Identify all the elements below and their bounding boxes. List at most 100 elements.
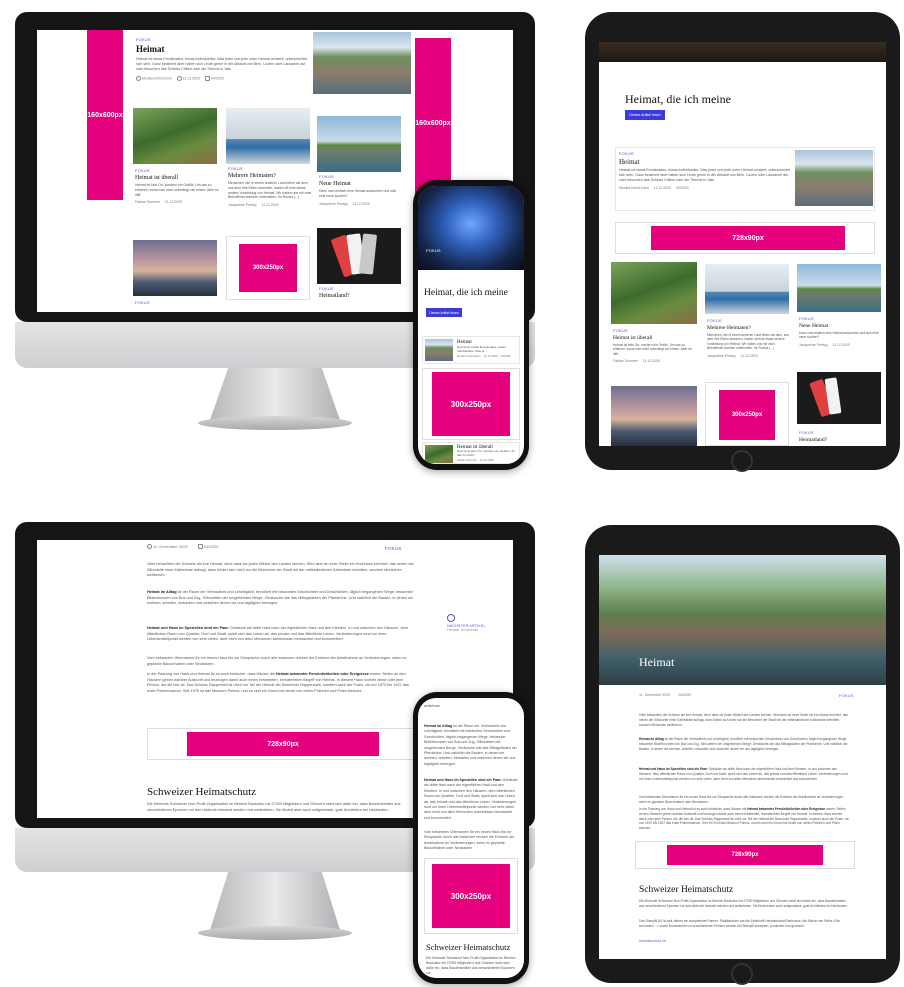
card-5-image[interactable] bbox=[317, 228, 401, 284]
tablet-article-paragraph-2-lead: Heimat und Haus im Speziellen sind ein P… bbox=[639, 767, 708, 771]
tablet-card-3[interactable]: FOKUS Neue Heimat Kann man einfach eine … bbox=[799, 316, 881, 347]
tablet-article-paragraph-3: Vom bekannten Übernamen für ein neues Ha… bbox=[639, 795, 845, 804]
tablet-card-1-meta: Fabian Sommer 11.12.2020 bbox=[613, 359, 697, 363]
tablet-bottom-home-button[interactable] bbox=[731, 963, 753, 985]
tablet-card-2-tag: FOKUS bbox=[707, 318, 722, 323]
tablet-card-5-image[interactable] bbox=[797, 372, 881, 424]
featured-date: 11.12.2020 bbox=[176, 76, 200, 82]
card-1[interactable]: FOKUS Heimat ist überall Heimat ist kein… bbox=[135, 168, 219, 204]
ad-skyscraper-left[interactable]: 160x600px bbox=[87, 30, 123, 200]
tablet-rectangle-ad[interactable]: 300x250px bbox=[719, 390, 775, 440]
tablet-card-5-tag: FOKUS bbox=[799, 430, 814, 435]
card-2-author: Jacqueline Preisig bbox=[228, 203, 257, 208]
phone-rectangle-ad[interactable]: 300x250px bbox=[432, 372, 510, 436]
tablet-article-paragraph-2: Heimat und Haus im Speziellen sind ein P… bbox=[639, 767, 849, 781]
article-count: 04/2020 bbox=[197, 544, 218, 550]
article-heading-text: Die führende Schweizer Non-Profit-Organi… bbox=[147, 802, 401, 812]
phone-top-screen: FOKUS Heimat, die ich meine Dieses Artik… bbox=[418, 186, 524, 464]
phone-bottom-screen: weiterlesen Heimat im Alltag ist der Rau… bbox=[418, 698, 524, 978]
card-4-tag: FOKUS bbox=[135, 300, 150, 305]
phone-list-item-1-author: Monika Imhof-Dorn bbox=[457, 353, 481, 358]
card-2-meta: Jacqueline Preisig 11.12.2020 bbox=[228, 203, 312, 207]
tablet-article-link[interactable]: heimatschutz.ch bbox=[639, 939, 667, 943]
phone-article-paragraph-1: Heimat im Alltag ist der Raum der Vertra… bbox=[424, 724, 518, 767]
imac-bottom-stand bbox=[210, 872, 340, 930]
card-2-image[interactable] bbox=[226, 108, 310, 164]
phone-top: FOKUS Heimat, die ich meine Dieses Artik… bbox=[413, 180, 529, 470]
card-2[interactable]: FOKUS Mehrere Heimaten? Menschen, die in… bbox=[228, 166, 312, 207]
tablet-card-4-image[interactable] bbox=[611, 386, 697, 446]
card-2-date: 11.12.2020 bbox=[261, 203, 279, 208]
tablet-leaderboard-ad[interactable]: 728x90px bbox=[651, 226, 845, 250]
phone-article-paragraph-2: Heimat und Haus im Speziellen sind ein P… bbox=[424, 778, 518, 821]
article-paragraph-1: Heimat im Alltag ist der Raum der Vertra… bbox=[147, 590, 415, 607]
featured-author: Monika Imhof-Dorn bbox=[136, 76, 172, 82]
tablet-article-paragraph-4-lead: Heimat bekannter Persönlichkeiten oder E… bbox=[747, 807, 826, 811]
article-paragraph-4: In der Paarung von Haus und Heimat ist e… bbox=[147, 672, 415, 695]
tablet-article-paragraph-1-text: ist der Raum der Vertrautheit und Leicht… bbox=[639, 737, 848, 751]
phone-article-paragraph-2-lead: Heimat und Haus im Speziellen sind ein P… bbox=[424, 778, 502, 782]
tablet-featured-count: 04/2020 bbox=[676, 186, 689, 191]
tablet-article-paragraph-1: Heimat im Alltag ist der Raum der Vertra… bbox=[639, 737, 849, 751]
next-article-icon bbox=[447, 614, 455, 622]
phone-list-item-1[interactable]: Heimat Heimat ist etwas Emotionales, etw… bbox=[422, 336, 520, 364]
phone-list-item-2[interactable]: Heimat ist überall Heimat ist kein Ort, … bbox=[422, 442, 520, 464]
tablet-card-1[interactable]: FOKUS Heimat ist überall Heimat ist kein… bbox=[613, 328, 697, 363]
phone-list-item-1-meta: Monika Imhof-Dorn 11.12.2020 04/2020 bbox=[457, 354, 519, 358]
clock-icon bbox=[176, 76, 182, 82]
tablet-top-home-button[interactable] bbox=[731, 450, 753, 472]
featured-image[interactable] bbox=[313, 32, 411, 94]
card-3[interactable]: FOKUS Neue Heimat Kann man einfach eine … bbox=[319, 174, 403, 206]
tablet-featured-image[interactable] bbox=[795, 150, 873, 206]
tablet-card-2-image[interactable] bbox=[705, 264, 789, 314]
article-paragraph-2: Heimat und Haus im Speziellen sind ein P… bbox=[147, 626, 415, 643]
article-date-text: 11. Dezember 2020 bbox=[153, 544, 188, 549]
tablet-card-3-author: Jacqueline Preisig bbox=[799, 342, 828, 347]
tablet-hero-button[interactable]: Dieses Artikel lesen bbox=[625, 110, 665, 120]
phone-article-paragraph-1-lead: Heimat im Alltag bbox=[424, 724, 453, 728]
tablet-card-3-image[interactable] bbox=[797, 264, 881, 312]
card-2-excerpt: Menschen, die in einem anderen Land lebe… bbox=[228, 181, 312, 200]
card-3-author: Jacqueline Preisig bbox=[319, 201, 348, 206]
phone-list-item-1-count: 04/2020 bbox=[500, 353, 511, 358]
card-1-title: Heimat ist überall bbox=[135, 175, 178, 181]
article-tag: FOKUS bbox=[385, 546, 402, 551]
card-4-image[interactable] bbox=[133, 240, 217, 296]
ad-rectangle[interactable]: 300x250px bbox=[239, 244, 297, 292]
tablet-card-3-meta: Jacqueline Preisig 11.12.2020 bbox=[799, 343, 881, 347]
imac-top-stand bbox=[210, 368, 340, 420]
phone-list-item-2-author: Fabian Sommer bbox=[457, 457, 477, 462]
phone-article-paragraph-2-text: Gebäude als dritte Haut nach der eigentl… bbox=[424, 778, 518, 820]
phone-hero-image: FOKUS bbox=[418, 186, 524, 270]
tablet-card-2[interactable]: FOKUS Mehrere Heimaten? Menschen, die in… bbox=[707, 318, 791, 358]
card-6[interactable]: FOKUS Heimatland? bbox=[319, 286, 350, 299]
phone-article-label: weiterlesen bbox=[424, 704, 441, 708]
next-article[interactable]: NÄCHSTER ARTIKEL Heimat ist überall bbox=[447, 614, 507, 632]
magazine-icon bbox=[197, 544, 203, 550]
phone-list-item-2-excerpt: Heimat ist kein Ort, sondern ein Gefühl.… bbox=[457, 449, 516, 457]
phone-list-item-2-meta: Fabian Sommer 11.12.2020 bbox=[457, 458, 519, 462]
tablet-card-2-title: Mehrere Heimaten? bbox=[707, 325, 751, 331]
tablet-card-1-image[interactable] bbox=[611, 262, 697, 324]
swatch-grey bbox=[358, 233, 378, 275]
imac-top-foot bbox=[198, 416, 352, 430]
phone-list-item-2-body: Heimat ist überall Heimat ist kein Ort, … bbox=[457, 445, 519, 462]
article-meta: 11. Dezember 2020 04/2020 bbox=[147, 544, 218, 550]
card-1-image[interactable] bbox=[133, 108, 217, 164]
card-3-image[interactable] bbox=[317, 116, 401, 172]
phone-hero-button[interactable]: Dieses Artikel lesen bbox=[426, 308, 462, 317]
article-leaderboard-ad[interactable]: 728x90px bbox=[187, 732, 379, 756]
article-intro: Viele betrachten die Schweiz als ihre He… bbox=[147, 562, 414, 578]
tablet-hero-title: Heimat, die ich meine bbox=[625, 92, 731, 106]
tablet-article-heading-text: Die führende Schweizer Non-Profit-Organi… bbox=[639, 899, 848, 908]
tablet-card-1-author: Fabian Sommer bbox=[613, 359, 638, 364]
card-1-meta: Fabian Sommer 11.12.2020 bbox=[135, 200, 219, 204]
phone-list-item-1-image bbox=[425, 339, 453, 361]
tablet-card-3-title: Neue Heimat bbox=[799, 323, 829, 329]
tablet-article-leaderboard-ad[interactable]: 728x90px bbox=[667, 845, 823, 865]
tablet-article-paragraph-4-start: In der Paarung von Haus und Heimat ist e… bbox=[639, 807, 748, 811]
tablet-article-date: 11. Dezember 2020 bbox=[639, 693, 671, 697]
phone-bottom-rectangle-ad[interactable]: 300x250px bbox=[432, 864, 510, 928]
next-article-title: Heimat ist überall bbox=[447, 628, 479, 632]
phone-list-item-1-body: Heimat Heimat ist etwas Emotionales, etw… bbox=[457, 340, 519, 358]
